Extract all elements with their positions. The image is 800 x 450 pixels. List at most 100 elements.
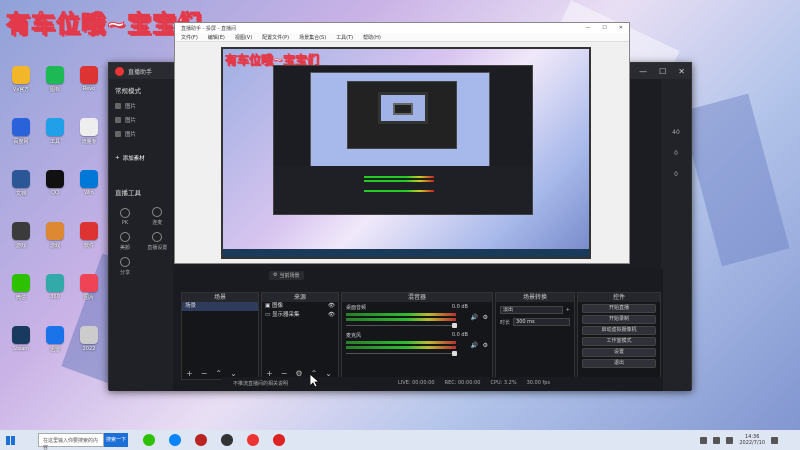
dock-tabbar: ⚙ 当前场景 [173,269,663,281]
app-icon[interactable] [143,434,155,446]
clock[interactable]: 14:36 2022/7/10 [739,434,765,446]
start-button[interactable] [0,430,20,450]
scene-item[interactable]: 图片 [109,113,173,127]
app-icon [12,118,30,136]
right-value: 0 [674,171,678,178]
speaker-icon[interactable]: 🔊 [471,342,478,349]
desktop-icon[interactable]: Win [72,170,106,208]
studio-mode-button[interactable]: 工作室模式 [582,337,656,346]
minus-icon[interactable]: − [201,369,208,378]
menu-item[interactable]: 文件(F) [181,34,198,41]
desktop-icon[interactable]: 360 [38,274,72,312]
image-icon [115,117,121,123]
app-icon[interactable] [221,434,233,446]
obs-right-panel: 40 0 0 [661,79,691,391]
mode-selector[interactable]: 常规模式 [109,79,173,99]
desktop-icon[interactable]: 迅雷 [38,326,72,364]
input-method-icon[interactable] [726,436,734,444]
volume-icon[interactable] [713,436,721,444]
tool-beauty[interactable]: 美颜 [111,232,139,251]
plus-icon[interactable]: + [566,307,570,313]
menu-item[interactable]: 编辑(E) [208,34,225,41]
list-item[interactable]: 场景 [182,302,258,311]
transition-select[interactable]: 淡出 [500,306,563,314]
menu-item[interactable]: 场景集合(S) [299,34,326,41]
desktop-icon[interactable]: 流量专 [72,118,106,156]
desktop-icon[interactable]: 游戏 [38,222,72,260]
desktop-icon[interactable]: 游戏 [4,222,38,260]
eye-icon[interactable]: 👁 [328,311,335,320]
desktop-icon[interactable]: Vx官方 [4,66,38,104]
minimize-icon[interactable]: — [585,25,590,31]
panel-title: 来源 [262,293,338,302]
app-icon[interactable] [247,434,259,446]
gear-icon[interactable]: ⚙ [483,342,488,349]
menu-item[interactable]: 配置文件(P) [262,34,289,41]
transition-duration: 时长 300 ms [500,318,570,326]
notification-icon[interactable] [771,436,778,444]
start-streaming-button[interactable]: 开始直播 [582,304,656,313]
scene-item[interactable]: 图片 [109,127,173,141]
menu-item[interactable]: 视图(V) [235,34,252,41]
panel-title: 场景 [182,293,258,302]
app-icon [80,118,98,136]
desktop-icon[interactable]: 微信 [4,274,38,312]
desktop-icon[interactable]: 图片 [72,274,106,312]
start-recording-button[interactable]: 开始录制 [582,315,656,324]
menu-item[interactable]: 帮助(H) [363,34,381,41]
taskbar-search[interactable]: 在这里输入你要搜索的内容 [38,433,104,450]
menu-item[interactable]: 工具(T) [336,34,353,41]
app-icon [46,66,64,84]
tool-connect[interactable]: 连麦 [143,207,171,226]
tool-pk[interactable]: PK [111,208,139,226]
desktop-icon[interactable]: Revo [72,66,106,104]
desktop-icon[interactable]: 百度网 [4,118,38,156]
panel-title: 控件 [578,293,660,302]
desktop-icon[interactable]: Steam [4,326,38,364]
list-item[interactable]: ▭ 显示器采集 👁 [262,311,338,320]
tool-settings[interactable]: 直播设置 [143,232,171,251]
gear-icon[interactable]: ⚙ [483,314,488,321]
nested-taskbar [223,249,589,257]
add-source-button[interactable]: + 添加素材 [109,151,173,165]
maximize-icon[interactable]: ☐ [659,67,666,76]
speaker-icon[interactable]: 🔊 [471,314,478,321]
app-icon[interactable] [169,434,181,446]
desktop-icon[interactable]: 图标 [38,66,72,104]
settings-icon [152,232,163,242]
scene-item[interactable]: 图片 [109,99,173,113]
close-icon[interactable]: ✕ [619,25,623,31]
tool-share[interactable]: 分享 [111,257,139,276]
desktop-icon-label: Revo [82,86,96,92]
maximize-icon[interactable]: ☐ [602,25,606,31]
close-icon[interactable]: ✕ [678,67,685,76]
slider-handle[interactable] [452,351,457,356]
desktop-icon[interactable]: QQ [38,170,72,208]
settings-button[interactable]: 设置 [582,348,656,357]
network-icon[interactable] [700,436,708,444]
slider-handle[interactable] [452,323,457,328]
duration-input[interactable]: 300 ms [513,318,570,326]
virtual-camera-button[interactable]: 启动虚拟摄像机 [582,326,656,335]
list-item[interactable]: ▣ 图像 👁 [262,302,338,311]
image-icon [115,103,121,109]
search-button[interactable]: 搜索一下 [104,433,128,447]
desktop-icon[interactable]: 软件 [72,222,106,260]
desktop-icon[interactable]: 工具 [38,118,72,156]
volume-meter [364,176,434,178]
tab-current-scene[interactable]: ⚙ 当前场景 [269,270,304,280]
panel-title: 混音器 [342,293,492,302]
desktop-icon[interactable]: 2022 [72,326,106,364]
app-icon[interactable] [195,434,207,446]
minimize-icon[interactable]: — [639,67,647,76]
nested-obs [393,103,413,115]
app-icon [46,274,64,292]
app-icon[interactable] [273,434,285,446]
plus-icon[interactable]: + [186,369,193,378]
eye-icon[interactable]: 👁 [328,302,335,311]
captured-menubar: 文件(F) 编辑(E) 视图(V) 配置文件(P) 场景集合(S) 工具(T) … [175,33,629,42]
exit-button[interactable]: 退出 [582,359,656,368]
volume-slider[interactable] [346,351,457,356]
volume-slider[interactable] [346,323,457,328]
desktop-icon[interactable]: 文档 [4,170,38,208]
